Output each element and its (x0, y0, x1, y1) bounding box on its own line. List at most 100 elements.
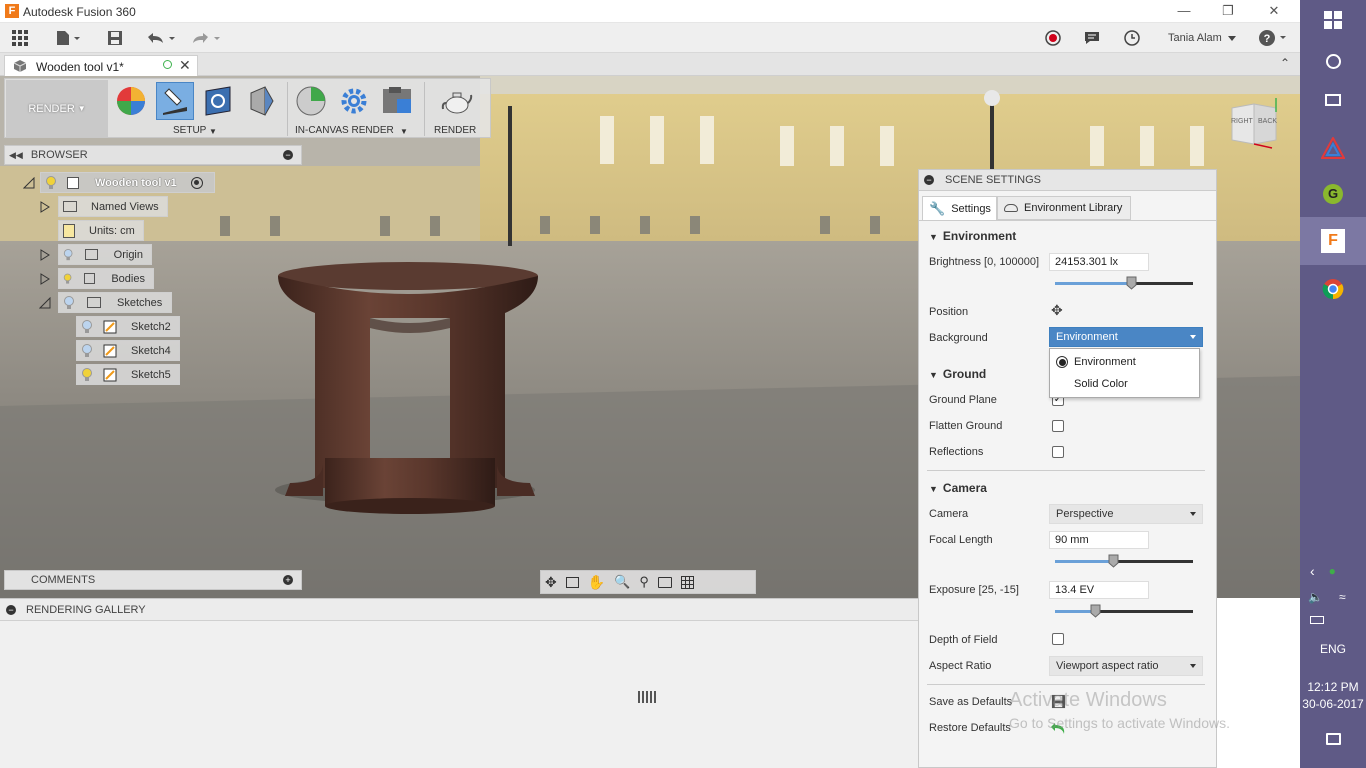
exposure-slider-thumb[interactable] (1090, 604, 1101, 618)
resize-grip-icon[interactable] (638, 691, 658, 703)
job-status-clock-icon[interactable] (1123, 28, 1141, 48)
tree-item-sketch4[interactable]: Sketch4 (76, 340, 180, 361)
in-canvas-render-icon[interactable] (295, 85, 327, 117)
fusion-taskbar-icon[interactable]: F (1300, 217, 1366, 265)
zoom-window-icon[interactable]: ⚲ (639, 574, 649, 590)
tree-item-sketch2[interactable]: Sketch2 (76, 316, 180, 337)
camera-select[interactable]: Perspective (1049, 504, 1203, 524)
comment-icon[interactable] (1083, 28, 1101, 48)
language-indicator[interactable]: ENG (1300, 640, 1366, 658)
scene-settings-header[interactable]: − SCENE SETTINGS (919, 170, 1216, 191)
browser-minimize-icon[interactable]: − (283, 150, 293, 160)
workspace-switcher[interactable]: RENDER ▼ (6, 80, 108, 137)
render-settings-gear-icon[interactable] (338, 85, 370, 117)
chrome-icon[interactable] (1300, 276, 1366, 302)
visibility-bulb-off-icon[interactable] (81, 319, 93, 334)
close-tab-icon[interactable]: ✕ (179, 57, 191, 74)
tray-app-icon[interactable]: ● (1329, 564, 1336, 578)
exposure-slider[interactable] (1055, 604, 1193, 618)
decal-icon[interactable] (202, 85, 234, 117)
visibility-bulb-off-icon[interactable] (63, 295, 75, 310)
file-menu-icon[interactable] (54, 28, 82, 48)
scene-minimize-icon[interactable]: − (924, 175, 934, 185)
visibility-bulb-off-icon[interactable] (81, 343, 93, 358)
record-icon[interactable] (1044, 28, 1062, 48)
undo-icon[interactable] (145, 28, 177, 48)
volume-icon[interactable]: 🔈 (1308, 590, 1323, 604)
depth-of-field-checkbox[interactable] (1052, 633, 1064, 645)
collapsed-arrow-icon[interactable] (39, 249, 51, 261)
setup-chevron-icon[interactable]: ▼ (209, 127, 217, 136)
capture-image-icon[interactable] (381, 85, 413, 117)
scene-settings-icon[interactable] (159, 85, 191, 117)
option-environment[interactable]: Environment (1056, 356, 1136, 368)
tree-item-sketch5[interactable]: Sketch5 (76, 364, 180, 385)
in-canvas-chevron-icon[interactable]: ▼ (400, 127, 408, 136)
exposure-input[interactable]: 13.4 EV (1049, 581, 1149, 599)
visibility-bulb-off-icon[interactable] (63, 248, 73, 262)
visibility-bulb-icon[interactable] (81, 367, 93, 382)
texture-map-icon[interactable] (245, 85, 277, 117)
windows-start-icon[interactable] (1300, 8, 1366, 32)
display-settings-icon[interactable] (657, 576, 672, 588)
visibility-bulb-icon[interactable] (63, 272, 72, 286)
close-window-button[interactable]: ✕ (1260, 2, 1288, 20)
zoom-icon[interactable]: 🔍 (614, 574, 630, 590)
tree-item-units[interactable]: Units: cm (58, 220, 144, 241)
gallery-minimize-icon[interactable]: − (6, 604, 16, 615)
flatten-ground-checkbox[interactable] (1052, 420, 1064, 432)
pan-hand-icon[interactable]: ✋ (588, 574, 605, 591)
browser-header[interactable]: ◀◀ BROWSER − (4, 145, 302, 165)
notifications-icon[interactable] (1300, 728, 1366, 750)
tree-item-origin[interactable]: Origin (40, 244, 152, 265)
green-app-icon[interactable]: G (1300, 181, 1366, 207)
user-account-menu[interactable]: Tania Alam (1168, 28, 1236, 48)
environment-section-header[interactable]: ▼ Environment (929, 229, 1016, 243)
aspect-ratio-select[interactable]: Viewport aspect ratio (1049, 656, 1203, 676)
activate-component-icon[interactable] (190, 176, 203, 189)
tree-item-sketches[interactable]: Sketches (39, 292, 172, 313)
collapsed-arrow-icon[interactable] (39, 273, 51, 285)
redo-icon[interactable] (190, 28, 222, 48)
collapse-chevron-icon[interactable]: ⌃ (1280, 56, 1290, 70)
view-cube[interactable] (1228, 98, 1284, 158)
show-hidden-icons-chevron[interactable]: ‹ (1310, 563, 1315, 579)
expanded-arrow-icon[interactable] (23, 177, 35, 189)
tree-item-bodies[interactable]: Bodies (40, 268, 154, 289)
brightness-input[interactable]: 24153.301 lx (1049, 253, 1149, 271)
cortana-search-icon[interactable] (1300, 50, 1366, 72)
appearance-icon[interactable] (115, 85, 147, 117)
add-comment-icon[interactable]: + (283, 575, 293, 585)
comments-header[interactable]: COMMENTS + (4, 570, 302, 590)
document-tab[interactable]: Wooden tool v1* ✕ (4, 55, 198, 76)
brightness-slider[interactable] (1055, 276, 1193, 290)
expanded-arrow-icon[interactable] (39, 297, 51, 309)
camera-section-header[interactable]: ▼ Camera (929, 481, 987, 495)
ground-section-header[interactable]: ▼ Ground (929, 367, 986, 381)
wifi-icon[interactable]: ≈ (1339, 590, 1346, 604)
collapsed-arrow-icon[interactable] (39, 201, 51, 213)
clock-date[interactable]: 30-06-2017 (1300, 696, 1366, 712)
wooden-tool-model[interactable] (275, 258, 545, 518)
focal-length-input[interactable]: 90 mm (1049, 531, 1149, 549)
tab-environment-library[interactable]: Environment Library (997, 196, 1131, 220)
setup-label[interactable]: SETUP (173, 125, 206, 136)
gallery-header[interactable]: − RENDERING GALLERY (0, 599, 918, 621)
render-label[interactable]: RENDER (434, 125, 476, 136)
maximize-button[interactable]: ❐ (1214, 2, 1242, 20)
collapse-panel-icon[interactable]: ◀◀ (9, 150, 23, 161)
app-grid-icon[interactable] (10, 28, 30, 48)
grid-settings-icon[interactable] (680, 575, 694, 589)
option-solid-color[interactable]: Solid Color (1074, 378, 1128, 390)
minimize-button[interactable]: — (1170, 2, 1198, 20)
save-icon[interactable] (106, 28, 124, 48)
look-at-icon[interactable] (565, 576, 579, 588)
brightness-slider-thumb[interactable] (1126, 276, 1137, 290)
browser-root-node[interactable]: Wooden tool v1 (23, 172, 215, 193)
in-canvas-render-label[interactable]: IN-CANVAS RENDER (295, 125, 394, 136)
visibility-bulb-icon[interactable] (45, 175, 57, 190)
focal-length-slider[interactable] (1055, 554, 1193, 568)
clock-time[interactable]: 12:12 PM (1300, 679, 1366, 695)
tree-item-named-views[interactable]: Named Views (40, 196, 168, 217)
background-select[interactable]: Environment (1049, 327, 1203, 347)
